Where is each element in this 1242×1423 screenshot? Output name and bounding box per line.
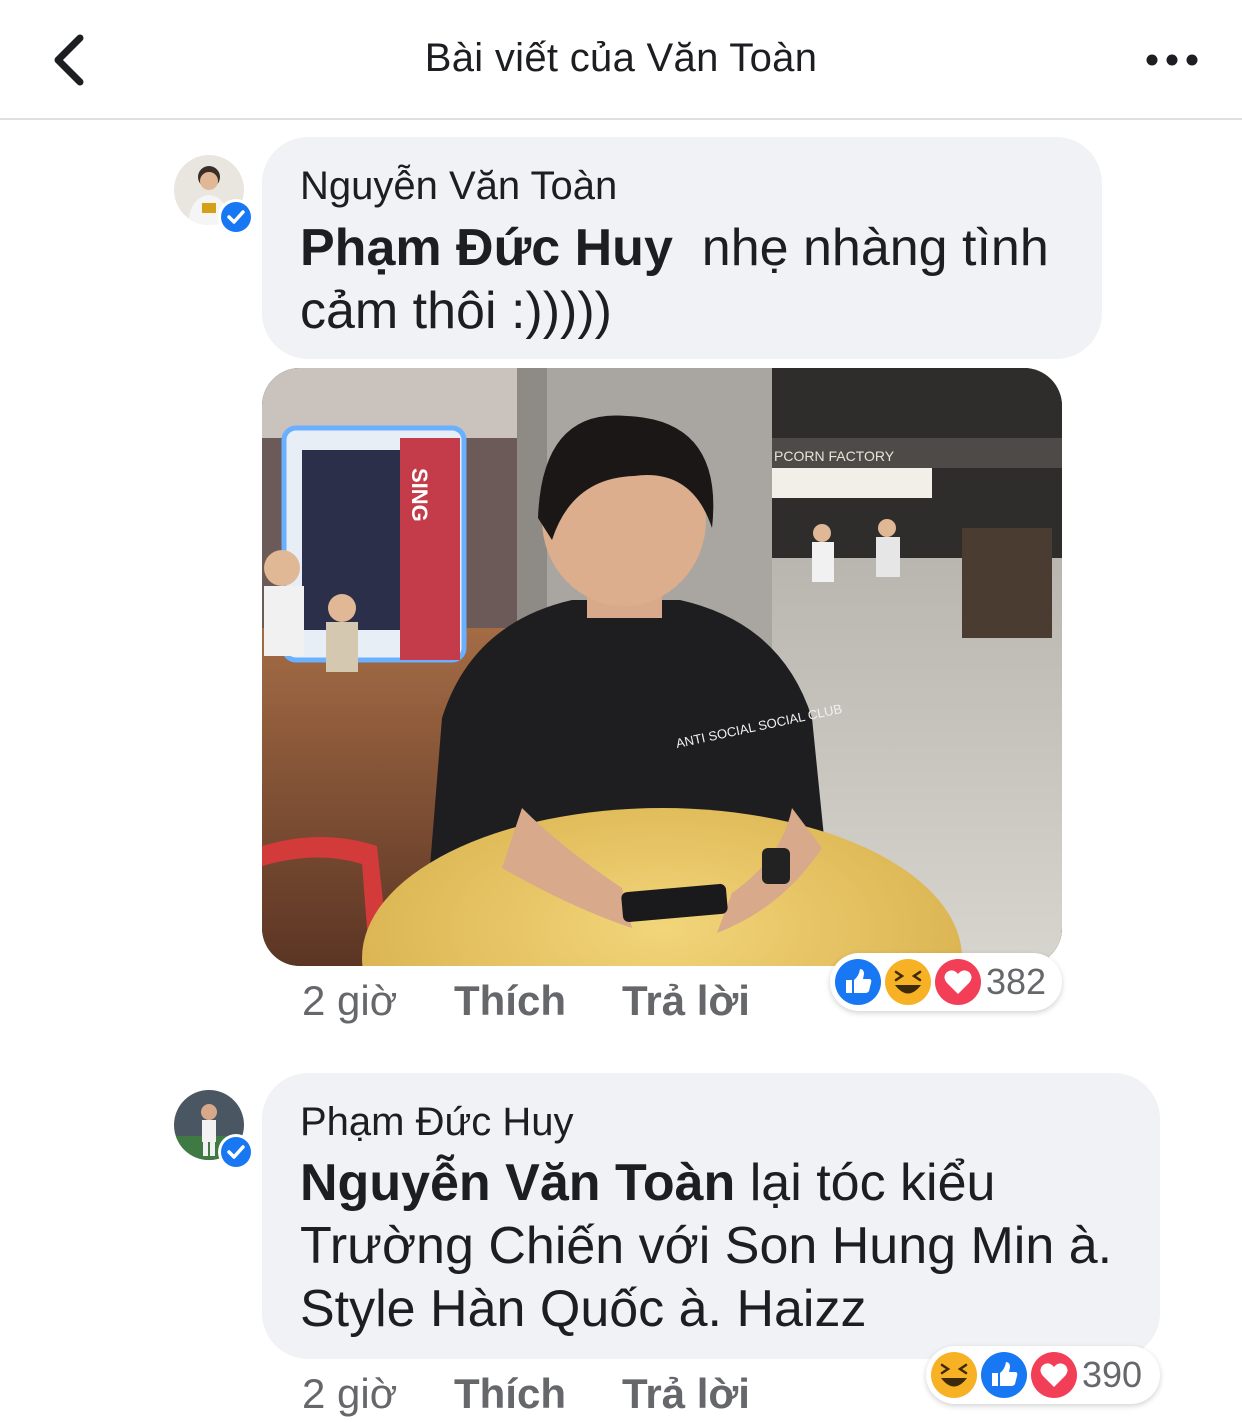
comment-2-text-line2: Trường Chiến với Son Hung Min à. [300, 1217, 1113, 1275]
comment-2-time[interactable]: 2 giờ [302, 1370, 397, 1418]
comment-2-reply-button[interactable]: Trả lời [622, 1370, 750, 1418]
haha-icon [885, 959, 931, 1005]
comment-2-reactions[interactable]: 390 [926, 1346, 1160, 1404]
more-options-button[interactable] [1142, 42, 1202, 78]
top-bar: Bài viết của Văn Toàn [0, 0, 1242, 120]
like-icon [835, 959, 881, 1005]
comment-1-reactions[interactable]: 382 [830, 953, 1062, 1011]
comment-2-reaction-count: 390 [1082, 1354, 1143, 1395]
photo-sign-popcorn: PCORN FACTORY [774, 448, 895, 464]
comment-2-avatar[interactable] [174, 1090, 254, 1170]
comment-1-like-button[interactable]: Thích [454, 977, 566, 1025]
love-icon [1031, 1352, 1077, 1398]
comment-1-photo[interactable]: SING PCORN FACTORY ANTI SOCIAL SOCIAL CL… [262, 368, 1062, 966]
like-icon [981, 1352, 1027, 1398]
comment-2-like-button[interactable]: Thích [454, 1370, 566, 1418]
comment-2-text: Nguyễn Văn Toàn lại tóc kiểu Trường Chiến… [300, 1152, 1150, 1341]
comment-1-text-line2: cảm thôi :))))) [300, 282, 612, 340]
photo-sign-sing: SING [407, 468, 432, 522]
more-dots-icon [1146, 54, 1198, 66]
comment-2-author[interactable]: Phạm Đức Huy [300, 1100, 574, 1145]
verified-badge-icon [218, 199, 254, 235]
comment-1-text-line1: nhẹ nhàng tình [672, 219, 1049, 277]
comment-2-mention[interactable]: Nguyễn Văn Toàn [300, 1154, 735, 1212]
comment-1-actions: 2 giờ Thích Trả lời [302, 977, 822, 1027]
comment-1-reply-button[interactable]: Trả lời [622, 977, 750, 1025]
comment-1-author[interactable]: Nguyễn Văn Toàn [300, 164, 617, 209]
comment-2-text-line3: Style Hàn Quốc à. Haizz [300, 1280, 867, 1338]
comment-2-actions: 2 giờ Thích Trả lời [302, 1370, 822, 1420]
comment-1-avatar[interactable] [174, 155, 254, 235]
love-icon [935, 959, 981, 1005]
comment-1-text: Phạm Đức Huy nhẹ nhàng tình cảm thôi :)))… [300, 217, 1090, 343]
comment-1-mention[interactable]: Phạm Đức Huy [300, 219, 673, 277]
haha-icon [931, 1352, 977, 1398]
comment-2-text-line1: lại tóc kiểu [735, 1154, 996, 1212]
comment-1-reaction-count: 382 [986, 961, 1047, 1002]
comment-1-time[interactable]: 2 giờ [302, 977, 397, 1025]
page-title: Bài viết của Văn Toàn [424, 36, 818, 80]
verified-badge-icon [218, 1134, 254, 1170]
photo-image: SING PCORN FACTORY ANTI SOCIAL SOCIAL CL… [262, 368, 1062, 966]
